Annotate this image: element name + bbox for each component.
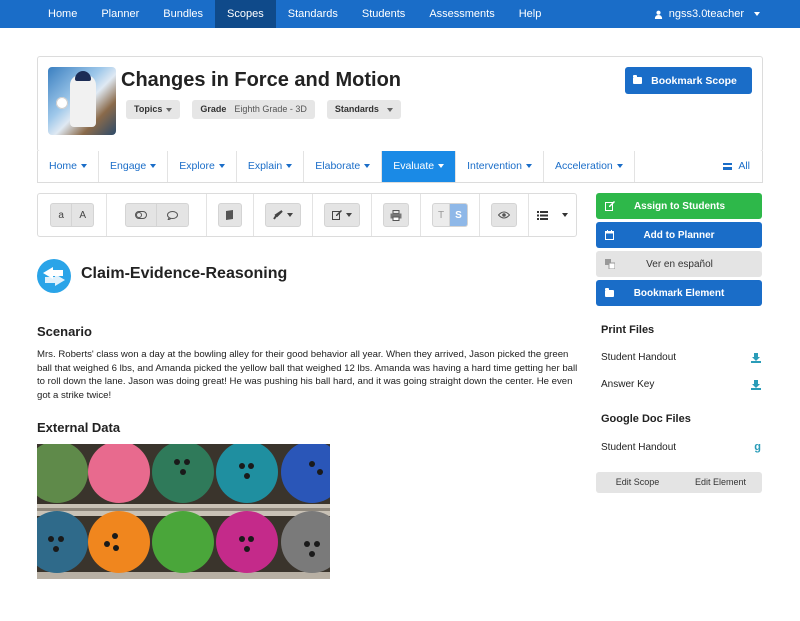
font-increase-button[interactable]: A <box>72 203 95 227</box>
chevron-down-icon <box>166 107 173 112</box>
assign-to-students-button[interactable]: Assign to Students <box>596 193 762 219</box>
tab-evaluate[interactable]: Evaluate <box>382 151 457 182</box>
teacher-view-toggle[interactable]: T <box>432 203 450 227</box>
bookmark-element-button[interactable]: Bookmark Element <box>596 280 762 306</box>
scenario-text: Mrs. Roberts' class won a day at the bow… <box>37 349 578 401</box>
spanish-version-button[interactable]: Ver en español <box>596 251 762 277</box>
student-view-toggle[interactable]: S <box>450 203 468 227</box>
nav-help[interactable]: Help <box>507 0 554 28</box>
user-icon <box>654 10 662 19</box>
comment-icon[interactable] <box>156 203 189 227</box>
add-to-planner-button[interactable]: Add to Planner <box>596 222 762 248</box>
scope-thumbnail <box>48 67 116 135</box>
edit-icon <box>605 201 615 211</box>
element-toolbar: a A T S <box>37 193 577 237</box>
tab-all[interactable]: All <box>711 151 762 182</box>
topics-dropdown[interactable]: Topics <box>126 100 181 119</box>
toggle-icon[interactable] <box>124 203 157 227</box>
eye-icon[interactable] <box>491 203 517 227</box>
font-decrease-button[interactable]: a <box>50 203 73 227</box>
section-tabs: Home Engage Explore Explain Elaborate Ev… <box>37 151 763 183</box>
external-data-heading: External Data <box>37 420 121 435</box>
grade-chip[interactable]: Grade Eighth Grade - 3D <box>192 100 315 119</box>
tab-acceleration[interactable]: Acceleration <box>544 151 635 182</box>
edit-bar: Edit Scope Edit Element <box>596 472 762 493</box>
nav-students[interactable]: Students <box>350 0 417 28</box>
print-file-student-handout[interactable]: Student Handout <box>601 352 761 363</box>
element-title: Claim-Evidence-Reasoning <box>81 265 288 282</box>
edit-notes-icon[interactable] <box>324 203 360 227</box>
print-files-heading: Print Files <box>601 324 655 336</box>
chevron-down-icon <box>386 107 393 112</box>
google-file-student-handout[interactable]: Student Handout g <box>601 441 761 453</box>
nav-home[interactable]: Home <box>36 0 89 28</box>
nav-standards[interactable]: Standards <box>276 0 350 28</box>
tab-engage[interactable]: Engage <box>99 151 169 182</box>
tab-home[interactable]: Home <box>38 151 100 182</box>
chevron-down-icon <box>754 12 760 16</box>
top-navbar: Home Planner Bundles Scopes Standards St… <box>0 0 800 28</box>
bowling-balls-image <box>37 444 330 579</box>
notebook-icon[interactable] <box>217 203 242 227</box>
calendar-icon <box>605 230 614 240</box>
nav-planner[interactable]: Planner <box>89 0 151 28</box>
print-icon[interactable] <box>383 203 409 227</box>
page-title: Changes in Force and Motion <box>121 69 402 91</box>
folder-icon <box>633 75 642 84</box>
nav-bundles[interactable]: Bundles <box>151 0 215 28</box>
standards-dropdown[interactable]: Standards <box>326 100 401 119</box>
tab-intervention[interactable]: Intervention <box>456 151 544 182</box>
user-name: ngss3.0teacher <box>668 8 744 20</box>
bookmark-scope-button[interactable]: Bookmark Scope <box>625 67 752 94</box>
folder-icon <box>605 287 614 297</box>
print-file-answer-key[interactable]: Answer Key <box>601 379 761 390</box>
google-icon: g <box>754 441 761 453</box>
claim-evidence-reasoning-icon <box>37 259 71 293</box>
translate-icon <box>605 259 615 269</box>
google-doc-files-heading: Google Doc Files <box>601 413 691 425</box>
edit-scope-button[interactable]: Edit Scope <box>596 472 679 493</box>
user-menu[interactable]: ngss3.0teacher <box>654 0 760 28</box>
highlighter-icon[interactable] <box>265 203 301 227</box>
tab-explain[interactable]: Explain <box>237 151 305 182</box>
download-icon <box>751 352 761 363</box>
menu-icon <box>723 163 733 170</box>
nav-assessments[interactable]: Assessments <box>417 0 506 28</box>
list-options-icon[interactable] <box>537 210 568 220</box>
tab-explore[interactable]: Explore <box>168 151 237 182</box>
scope-header: Changes in Force and Motion Topics Grade… <box>37 56 763 152</box>
tab-elaborate[interactable]: Elaborate <box>304 151 383 182</box>
edit-element-button[interactable]: Edit Element <box>679 472 762 493</box>
scenario-heading: Scenario <box>37 324 92 339</box>
nav-scopes[interactable]: Scopes <box>215 0 276 28</box>
download-icon <box>751 379 761 390</box>
